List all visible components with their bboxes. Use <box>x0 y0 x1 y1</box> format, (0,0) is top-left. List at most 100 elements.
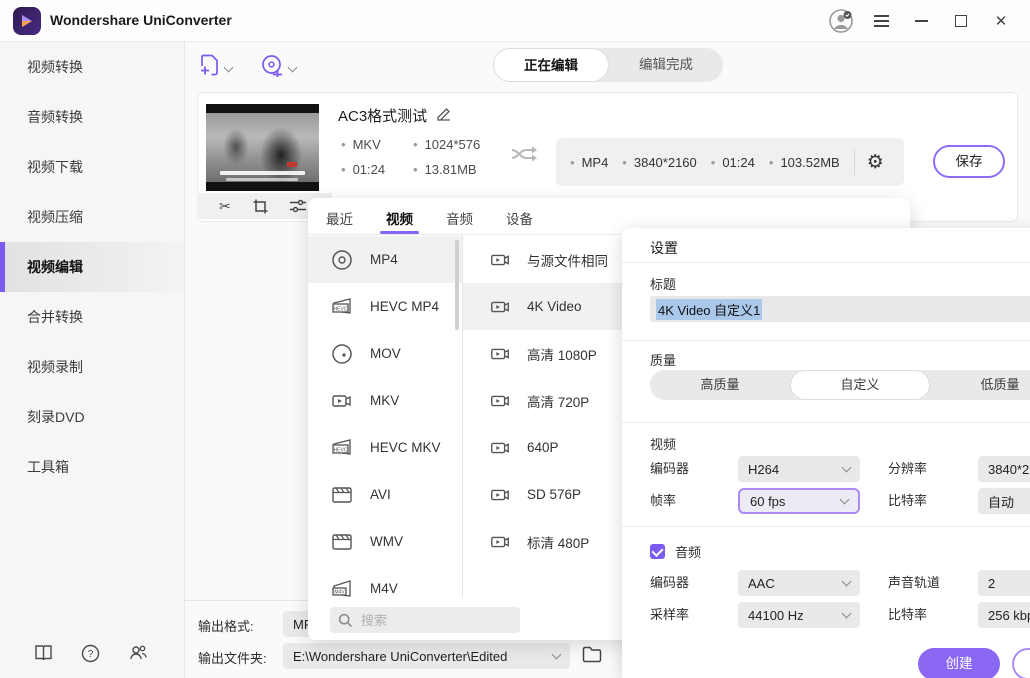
format-item-avi[interactable]: AVI <box>308 471 462 518</box>
encoder-select[interactable]: H264 <box>738 456 860 482</box>
preset-item-480p[interactable]: 标清 480P <box>463 518 623 565</box>
title-field-label: 标题 <box>650 274 676 293</box>
sidebar-item-video-download[interactable]: 视频下载 <box>0 142 184 192</box>
video-bitrate-select[interactable]: 自动 <box>978 488 1030 514</box>
samplerate-select[interactable]: 44100 Hz <box>738 602 860 628</box>
channels-label: 声音轨道 <box>888 570 940 596</box>
video-thumbnail[interactable] <box>206 104 319 191</box>
output-folder-value: E:\Wondershare UniConverter\Edited <box>293 649 507 664</box>
sidebar-item-burn-dvd[interactable]: 刻录DVD <box>0 392 184 442</box>
tab-audio[interactable]: 音频 <box>446 208 473 234</box>
preset-label: 高清 720P <box>527 391 589 411</box>
framerate-value: 60 fps <box>750 494 785 509</box>
preset-label: 与源文件相同 <box>527 250 608 270</box>
search-input[interactable] <box>361 613 491 628</box>
create-button[interactable]: 创建 <box>918 648 1000 678</box>
sidebar-item-merge-convert[interactable]: 合并转换 <box>0 292 184 342</box>
close-button[interactable]: ✕ <box>988 8 1014 34</box>
output-folder-select[interactable]: E:\Wondershare UniConverter\Edited <box>283 643 570 669</box>
chevron-down-icon <box>224 63 234 73</box>
svg-text:HEVC: HEVC <box>334 447 348 453</box>
browse-folder-icon[interactable] <box>582 646 602 663</box>
sidebar-item-toolbox[interactable]: 工具箱 <box>0 442 184 492</box>
clapperboard-icon <box>330 530 354 554</box>
preset-item-640p[interactable]: 640P <box>463 424 623 471</box>
sidebar-item-video-compress[interactable]: 视频压缩 <box>0 192 184 242</box>
settings-title: 设置 <box>650 238 678 258</box>
svg-text:?: ? <box>88 649 94 660</box>
rename-icon[interactable] <box>436 106 452 122</box>
preset-title-input[interactable]: 4K Video 自定义1 <box>650 296 1030 322</box>
format-item-mov[interactable]: MOV <box>308 330 462 377</box>
format-label: MKV <box>370 393 399 408</box>
community-users-icon[interactable] <box>128 644 148 664</box>
add-file-button[interactable] <box>200 54 232 77</box>
channels-select[interactable]: 2 <box>978 570 1030 596</box>
format-label: MOV <box>370 346 401 361</box>
tab-recent[interactable]: 最近 <box>326 208 353 234</box>
sidebar-item-screen-record[interactable]: 视频录制 <box>0 342 184 392</box>
quality-low-option[interactable]: 低质量 <box>930 370 1030 400</box>
divider <box>622 422 1030 423</box>
tab-edit-done[interactable]: 编辑完成 <box>609 48 723 82</box>
trim-scissors-icon[interactable]: ✂ <box>219 198 231 215</box>
framerate-label: 帧率 <box>650 488 676 514</box>
output-resolution: 3840*2160 <box>622 155 696 170</box>
chevron-down-icon <box>842 577 852 587</box>
crop-icon[interactable] <box>253 199 268 214</box>
preset-label: 4K Video <box>527 299 582 314</box>
maximize-button[interactable] <box>948 8 974 34</box>
format-label: HEVC MP4 <box>370 299 439 314</box>
close-icon: ✕ <box>995 14 1008 29</box>
file-name: AC3格式测试 <box>338 105 427 126</box>
preset-item-same-as-source[interactable]: 与源文件相同 <box>463 236 623 283</box>
sidebar-item-video-convert[interactable]: 视频转换 <box>0 42 184 92</box>
m4v-badge-icon: M4V <box>330 577 354 601</box>
chevron-down-icon <box>842 609 852 619</box>
quality-high-option[interactable]: 高质量 <box>650 370 790 400</box>
add-disc-button[interactable] <box>261 54 296 77</box>
menu-icon[interactable] <box>868 8 894 34</box>
framerate-select[interactable]: 60 fps <box>738 488 860 514</box>
tab-video[interactable]: 视频 <box>386 208 413 234</box>
account-icon[interactable] <box>828 8 854 34</box>
sidebar-item-video-edit[interactable]: 视频编辑 <box>0 242 184 292</box>
sidebar-item-audio-convert[interactable]: 音频转换 <box>0 92 184 142</box>
preset-item-sd-576p[interactable]: SD 576P <box>463 471 623 518</box>
audio-encoder-select[interactable]: AAC <box>738 570 860 596</box>
format-list-scrollbar[interactable] <box>455 240 459 330</box>
preset-item-720p[interactable]: 高清 720P <box>463 377 623 424</box>
minimize-button[interactable] <box>908 8 934 34</box>
format-item-mp4[interactable]: MP4 <box>308 236 462 283</box>
video-camera-icon <box>330 389 354 413</box>
effects-sliders-icon[interactable] <box>290 199 306 213</box>
format-item-wmv[interactable]: WMV <box>308 518 462 565</box>
format-search-area <box>308 598 618 640</box>
chevron-down-icon <box>840 495 850 505</box>
quality-custom-option[interactable]: 自定义 <box>790 370 930 400</box>
svg-text:M4V: M4V <box>334 589 345 595</box>
resolution-select[interactable]: 3840*21 <box>978 456 1030 482</box>
format-list: MP4 HEVC HEVC MP4 MOV MKV <box>308 236 462 612</box>
preset-item-4k-video[interactable]: 4K Video <box>463 283 623 330</box>
gear-icon[interactable]: ⚙ <box>867 151 884 174</box>
tab-device[interactable]: 设备 <box>506 208 533 234</box>
format-label: M4V <box>370 581 398 596</box>
tab-editing[interactable]: 正在编辑 <box>493 48 609 82</box>
secondary-button-partial[interactable] <box>1012 648 1030 678</box>
help-icon[interactable]: ? <box>81 644 101 664</box>
format-item-mkv[interactable]: MKV <box>308 377 462 424</box>
encoder-label: 编码器 <box>650 456 689 482</box>
audio-section-toggle[interactable]: 音频 <box>650 542 701 561</box>
preset-item-1080p[interactable]: 高清 1080P <box>463 330 623 377</box>
source-info: MKV 1024*576 01:24 13.81MB <box>341 137 511 177</box>
settings-panel: 设置 标题 4K Video 自定义1 质量 高质量 自定义 低质量 视频 编码… <box>622 228 1030 678</box>
divider <box>622 262 1030 263</box>
guide-book-icon[interactable] <box>34 644 54 664</box>
preset-title-value: 4K Video 自定义1 <box>656 299 762 320</box>
audio-bitrate-select[interactable]: 256 kbps <box>978 602 1030 628</box>
format-item-hevc-mp4[interactable]: HEVC HEVC MP4 <box>308 283 462 330</box>
checkbox-checked-icon[interactable] <box>650 544 665 559</box>
save-button[interactable]: 保存 <box>933 145 1005 178</box>
format-item-hevc-mkv[interactable]: HEVC HEVC MKV <box>308 424 462 471</box>
